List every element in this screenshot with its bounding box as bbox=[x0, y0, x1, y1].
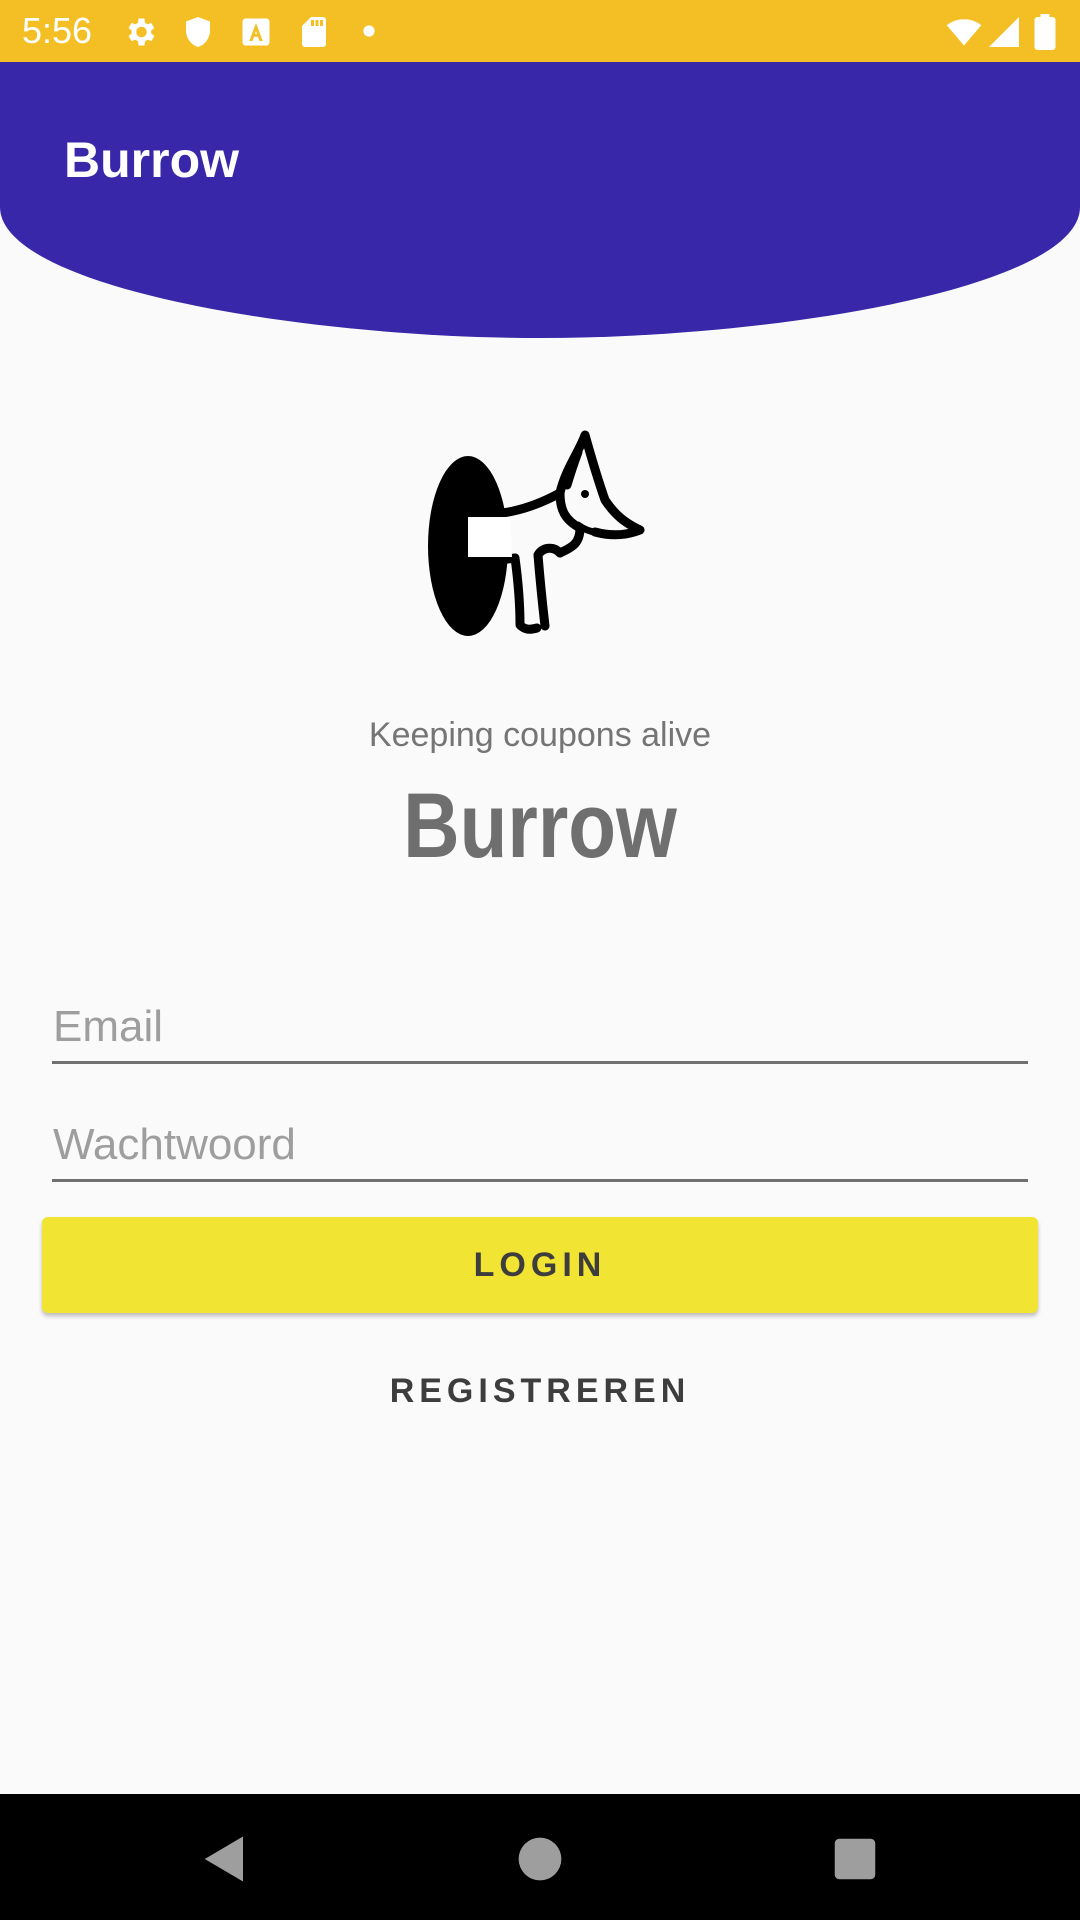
wifi-icon bbox=[944, 14, 984, 50]
status-time: 5:56 bbox=[22, 10, 93, 51]
register-button[interactable]: REGISTREREN bbox=[340, 1352, 740, 1430]
brand-name: Burrow bbox=[403, 775, 677, 877]
shield-icon bbox=[180, 14, 216, 50]
tagline: Keeping coupons alive bbox=[368, 716, 712, 754]
home-icon[interactable] bbox=[513, 1832, 567, 1886]
email-field[interactable] bbox=[52, 992, 1028, 1064]
back-icon[interactable] bbox=[198, 1832, 252, 1886]
battery-icon bbox=[1034, 14, 1056, 50]
app-header bbox=[0, 62, 1080, 340]
sd-card-icon bbox=[296, 14, 332, 50]
recents-icon[interactable] bbox=[828, 1832, 882, 1886]
status-bar: 5:56 bbox=[0, 0, 1080, 62]
font-a-icon bbox=[238, 14, 274, 50]
header-background bbox=[0, 62, 1080, 338]
signal-icon bbox=[986, 14, 1022, 50]
login-button[interactable]: LOGIN bbox=[42, 1217, 1038, 1313]
dot-icon bbox=[362, 24, 376, 38]
nav-bar bbox=[0, 1794, 1080, 1920]
gear-icon bbox=[122, 14, 158, 50]
password-field[interactable] bbox=[52, 1110, 1028, 1182]
app-title: Burrow bbox=[64, 132, 239, 188]
dog-burrow-logo bbox=[420, 430, 660, 640]
